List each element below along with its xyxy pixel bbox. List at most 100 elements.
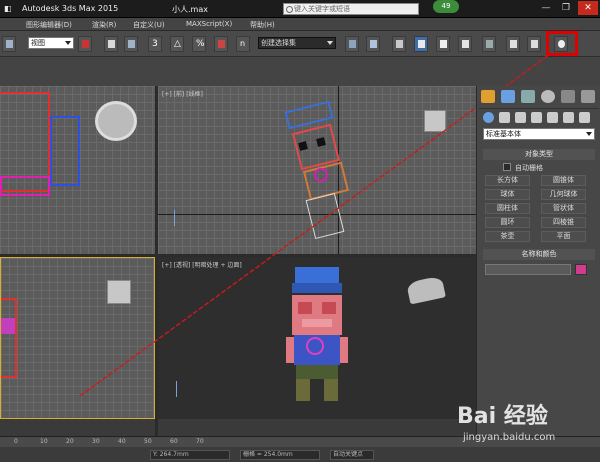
menu-customize[interactable]: 自定义(U) xyxy=(133,20,165,30)
percent-snap-label: % xyxy=(196,39,205,49)
char-eye-r xyxy=(322,302,336,314)
teapot-button[interactable]: 茶壶 xyxy=(485,231,530,242)
ribbon-strip xyxy=(0,57,600,86)
y-coord-field[interactable]: Y: 264.7mm xyxy=(150,450,230,460)
tick-60: 60 xyxy=(170,438,178,445)
material-editor-icon[interactable] xyxy=(482,36,496,52)
char-pants xyxy=(296,365,338,379)
spacewarps-icon[interactable] xyxy=(563,112,574,123)
teapot-icon xyxy=(95,101,137,141)
char-side-wire xyxy=(1,298,17,378)
box-button[interactable]: 长方体 xyxy=(485,175,530,186)
lights-icon[interactable] xyxy=(515,112,526,123)
create-tab-icon[interactable] xyxy=(481,90,495,103)
viewport-top[interactable] xyxy=(0,86,155,254)
schematic-icon[interactable] xyxy=(458,36,472,52)
camera-cube-icon xyxy=(424,110,446,132)
app-logo-icon[interactable]: ◧ xyxy=(4,4,12,13)
pivot-icon[interactable] xyxy=(78,36,92,52)
char-arm-l xyxy=(286,337,294,363)
spinner-snap-button[interactable] xyxy=(214,36,228,52)
watermark: Bai 经验 jingyan.baidu.com xyxy=(447,398,587,454)
object-name-field[interactable] xyxy=(485,264,571,275)
watermark-site: jingyan.baidu.com xyxy=(463,432,556,443)
app-window: ◧ Autodesk 3ds Max 2015 小人.max 键入关键字或短语 … xyxy=(0,0,600,462)
char-head xyxy=(292,295,342,335)
char-leg-r xyxy=(324,379,338,401)
cameras-icon[interactable] xyxy=(531,112,542,123)
minimize-button[interactable]: — xyxy=(536,1,556,15)
object-type-header[interactable]: 对象类型 xyxy=(483,149,595,160)
axis-tripod xyxy=(174,210,175,226)
geometry-icon[interactable] xyxy=(483,112,494,123)
object-category-select[interactable]: 标准基本体 xyxy=(483,128,595,140)
sphere-button[interactable]: 球体 xyxy=(485,189,530,200)
viewport-front-label: [+] [前] [线框] xyxy=(162,91,203,98)
char-wire-pink xyxy=(0,176,50,196)
percent-snap-button[interactable]: % xyxy=(192,36,206,52)
motion-tab-icon[interactable] xyxy=(541,90,555,103)
utilities-tab-icon[interactable] xyxy=(581,90,595,103)
name-color-header[interactable]: 名称和颜色 xyxy=(483,249,595,260)
autogrid-checkbox[interactable] xyxy=(503,163,511,171)
cylinder-button[interactable]: 圆柱体 xyxy=(485,203,530,214)
helpers-icon[interactable] xyxy=(547,112,558,123)
render-setup-icon[interactable] xyxy=(506,36,520,52)
menu-help[interactable]: 帮助(H) xyxy=(250,20,275,30)
restore-button[interactable]: ❐ xyxy=(556,1,576,15)
command-panel: 标准基本体 对象类型 自动栅格 长方体 圆锥体 球体 几何球体 圆柱体 管状体 … xyxy=(476,86,600,436)
rendered-frame-icon[interactable] xyxy=(527,36,541,52)
app-title: Autodesk 3ds Max 2015 xyxy=(22,4,119,13)
snap-3-label: 3 xyxy=(152,39,158,49)
tube-button[interactable]: 管状体 xyxy=(541,203,586,214)
align-icon[interactable] xyxy=(366,36,380,52)
grid-size-field: 栅格 = 254.0mm xyxy=(240,450,320,460)
select-move-icon[interactable] xyxy=(104,36,118,52)
pyramid-button[interactable]: 四棱锥 xyxy=(541,217,586,228)
mirror-icon[interactable] xyxy=(345,36,359,52)
panel-sep xyxy=(479,108,599,109)
char-side-pink xyxy=(1,318,15,334)
systems-icon[interactable] xyxy=(579,112,590,123)
layer-icon[interactable] xyxy=(392,36,406,52)
tick-20: 20 xyxy=(66,438,74,445)
viewport-left[interactable] xyxy=(0,257,155,419)
char-hat xyxy=(295,267,339,283)
angle-snap-label: △ xyxy=(174,39,181,49)
cone-button[interactable]: 圆锥体 xyxy=(541,175,586,186)
menu-rendering[interactable]: 渲染(R) xyxy=(92,20,116,30)
auto-key-field[interactable]: 自动关键点 xyxy=(330,450,374,460)
char-leg-l xyxy=(296,379,310,401)
menu-graph-editors[interactable]: 图形编辑器(D) xyxy=(26,20,72,30)
tick-50: 50 xyxy=(144,438,152,445)
modify-tab-icon[interactable] xyxy=(501,90,515,103)
axis-tripod-persp xyxy=(176,381,177,397)
highlight-box xyxy=(546,31,578,56)
link-icon[interactable] xyxy=(2,36,16,52)
named-selection-select[interactable]: 创建选择集 xyxy=(258,37,336,49)
viewport-perspective[interactable]: [+] [透视] [明暗处理 + 边面] xyxy=(158,257,476,419)
scene-explorer-icon[interactable] xyxy=(414,36,428,52)
plane-button[interactable]: 平面 xyxy=(541,231,586,242)
snap-3d-button[interactable]: 3 xyxy=(148,36,162,52)
hierarchy-tab-icon[interactable] xyxy=(521,90,535,103)
signin-badge[interactable]: 49 xyxy=(433,0,459,13)
viewport-persp-label: [+] [透视] [明暗处理 + 边面] xyxy=(162,262,242,269)
menu-maxscript[interactable]: MAXScript(X) xyxy=(186,20,232,28)
angle-snap-button[interactable]: △ xyxy=(170,36,184,52)
watermark-brand: Bai 经验 xyxy=(457,404,548,429)
object-color-swatch[interactable] xyxy=(575,264,587,275)
display-tab-icon[interactable] xyxy=(561,90,575,103)
search-input[interactable]: 键入关键字或短语 xyxy=(283,3,419,15)
manipulate-icon[interactable] xyxy=(124,36,138,52)
viewport-front[interactable]: [+] [前] [线框] xyxy=(158,86,476,254)
geosphere-button[interactable]: 几何球体 xyxy=(541,189,586,200)
torus-button[interactable]: 圆环 xyxy=(485,217,530,228)
close-button[interactable]: ✕ xyxy=(578,1,598,15)
main-toolbar: 视图 3 △ % n 创建选择集 xyxy=(0,31,600,57)
reference-coord-select[interactable]: 视图 xyxy=(28,37,74,49)
shapes-icon[interactable] xyxy=(499,112,510,123)
curve-editor-icon[interactable] xyxy=(436,36,450,52)
edit-named-sel-button[interactable]: n xyxy=(236,36,250,52)
char-arm-r xyxy=(340,337,348,363)
